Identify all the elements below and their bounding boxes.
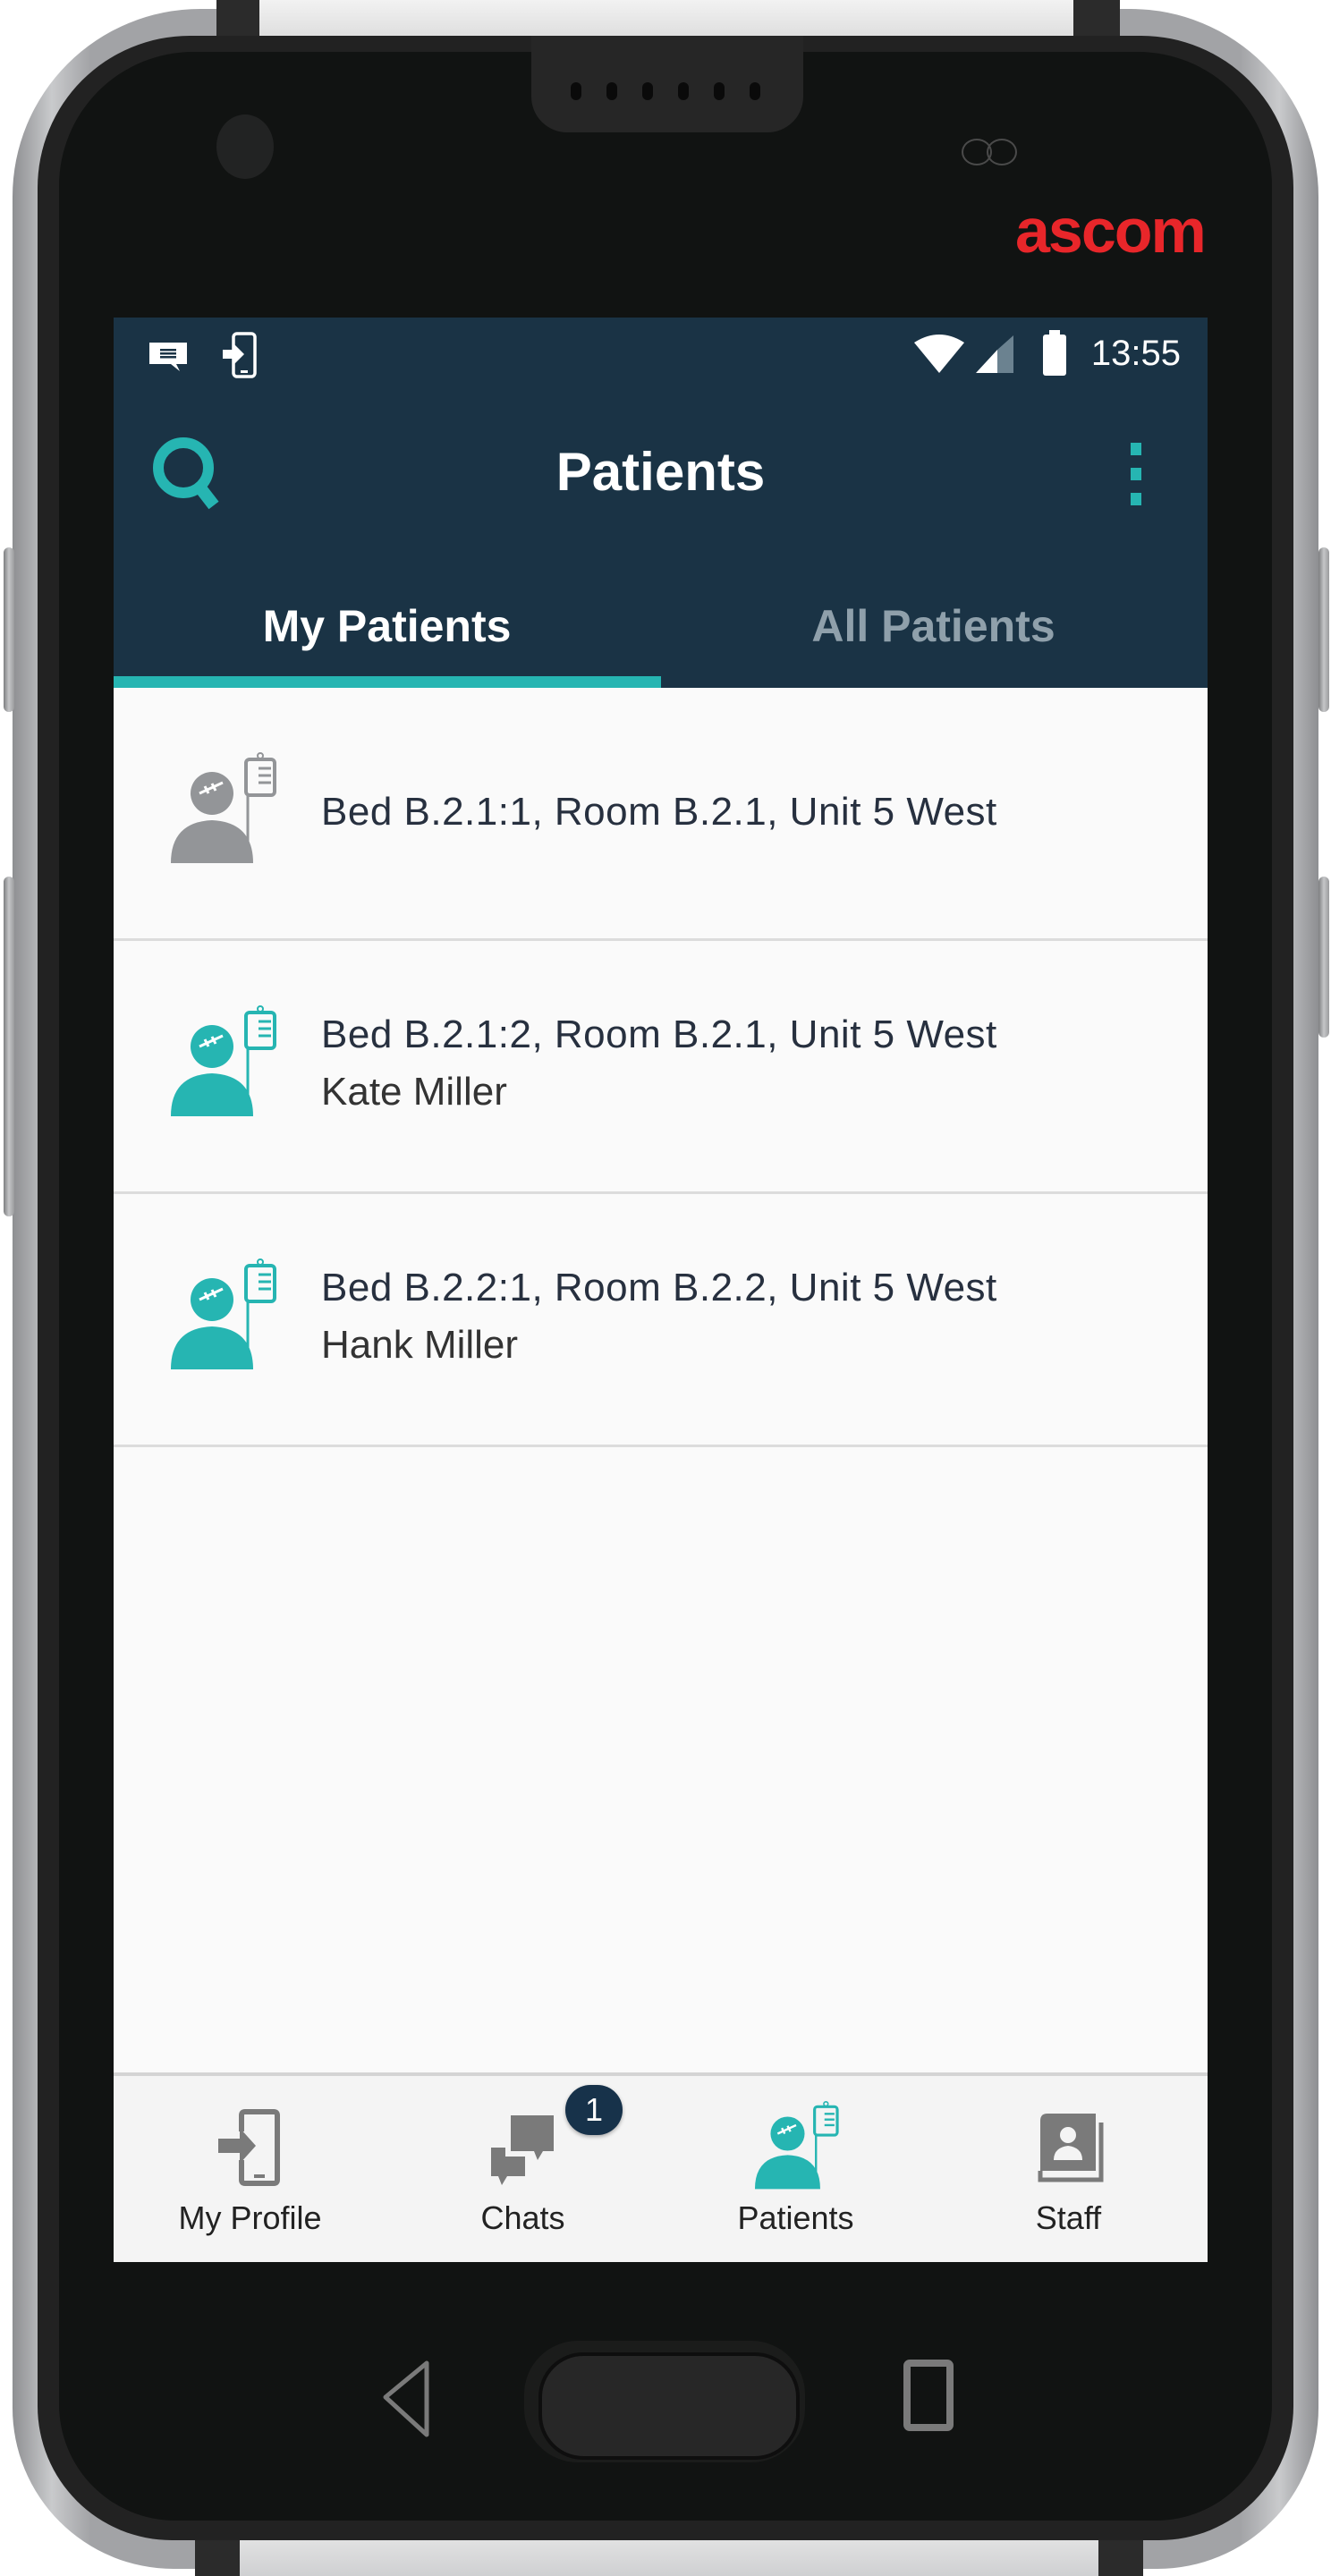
nav-my-profile[interactable]: My Profile bbox=[114, 2076, 386, 2262]
tab-bar: My Patients All Patients bbox=[114, 577, 1208, 688]
patient-iv-icon bbox=[754, 2101, 839, 2190]
patient-list: Bed B.2.1:1, Room B.2.1, Unit 5 West Bed… bbox=[114, 688, 1208, 1447]
home-button[interactable] bbox=[538, 2352, 800, 2460]
nav-label: Staff bbox=[1035, 2199, 1102, 2236]
speaker-hole bbox=[642, 82, 653, 100]
message-icon bbox=[148, 341, 189, 377]
side-button-right-top bbox=[1318, 547, 1329, 712]
wifi-icon bbox=[912, 334, 966, 379]
more-vertical-icon bbox=[1131, 443, 1141, 505]
brand-logo: ascom bbox=[1015, 196, 1207, 266]
earpiece-speaker bbox=[531, 36, 803, 132]
proximity-sensor bbox=[962, 139, 1033, 165]
unread-badge: 1 bbox=[565, 2085, 623, 2135]
side-button-right bbox=[1318, 877, 1329, 1038]
patient-name: Hank Miller bbox=[321, 1323, 519, 1367]
nav-chats[interactable]: 1 Chats bbox=[386, 2076, 659, 2262]
nav-staff[interactable]: Staff bbox=[932, 2076, 1205, 2262]
patient-iv-icon bbox=[171, 1005, 276, 1116]
speaker-hole bbox=[571, 82, 581, 100]
volume-button bbox=[4, 547, 14, 712]
active-tab-indicator bbox=[114, 676, 661, 688]
speaker-hole bbox=[750, 82, 760, 100]
login-phone-icon bbox=[221, 332, 257, 383]
cellular-signal-icon bbox=[974, 334, 1015, 379]
patient-location: Bed B.2.2:1, Room B.2.2, Unit 5 West bbox=[321, 1266, 997, 1309]
login-phone-icon bbox=[217, 2109, 280, 2186]
status-bar: 13:55 bbox=[114, 318, 1208, 389]
bottom-navigation: My Profile 1 Chats Patients Staff bbox=[114, 2072, 1208, 2262]
more-options-button[interactable] bbox=[1118, 434, 1154, 514]
app-header: 13:55 Patients My Patients All Patients bbox=[114, 318, 1208, 688]
nav-label: My Profile bbox=[178, 2199, 322, 2236]
recents-icon[interactable] bbox=[902, 2358, 955, 2433]
status-time: 13:55 bbox=[1090, 334, 1181, 373]
battery-icon bbox=[1041, 330, 1068, 381]
speaker-hole bbox=[606, 82, 617, 100]
row-text: Bed B.2.1:1, Room B.2.1, Unit 5 West bbox=[321, 790, 997, 835]
speaker-hole bbox=[678, 82, 689, 100]
patient-location: Bed B.2.1:1, Room B.2.1, Unit 5 West bbox=[321, 790, 997, 834]
patient-iv-icon bbox=[171, 752, 276, 863]
patient-name: Kate Miller bbox=[321, 1070, 507, 1114]
page-title: Patients bbox=[555, 442, 766, 502]
back-icon[interactable] bbox=[380, 2360, 434, 2440]
chats-icon bbox=[490, 2115, 554, 2185]
screen: 13:55 Patients My Patients All Patients … bbox=[114, 318, 1208, 2262]
patient-location: Bed B.2.1:2, Room B.2.1, Unit 5 West bbox=[321, 1013, 997, 1056]
nav-label: Chats bbox=[480, 2199, 565, 2236]
front-camera bbox=[216, 114, 274, 179]
list-item[interactable]: Bed B.2.1:2, Room B.2.1, Unit 5 West Kat… bbox=[114, 941, 1208, 1194]
tab-all-patients[interactable]: All Patients bbox=[660, 577, 1207, 688]
list-item[interactable]: Bed B.2.1:1, Room B.2.1, Unit 5 West bbox=[114, 688, 1208, 941]
list-item[interactable]: Bed B.2.2:1, Room B.2.2, Unit 5 West Han… bbox=[114, 1194, 1208, 1447]
patient-iv-icon bbox=[171, 1258, 276, 1369]
tab-my-patients[interactable]: My Patients bbox=[114, 577, 660, 688]
row-text: Bed B.2.2:1, Room B.2.2, Unit 5 West Han… bbox=[321, 1266, 997, 1368]
nav-patients[interactable]: Patients bbox=[659, 2076, 932, 2262]
nav-label: Patients bbox=[737, 2199, 854, 2236]
row-text: Bed B.2.1:2, Room B.2.1, Unit 5 West Kat… bbox=[321, 1013, 997, 1114]
contacts-book-icon bbox=[1038, 2114, 1103, 2182]
speaker-hole bbox=[714, 82, 725, 100]
side-key bbox=[4, 877, 14, 1216]
toolbar: Patients bbox=[114, 407, 1208, 532]
